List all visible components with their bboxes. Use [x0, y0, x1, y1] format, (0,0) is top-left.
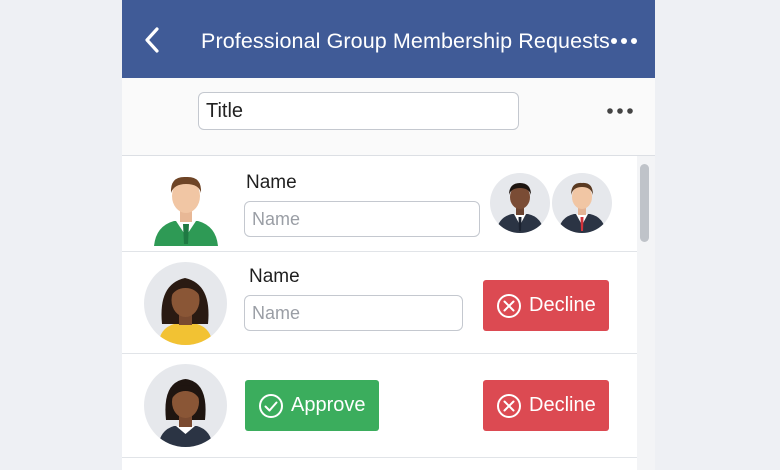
user-avatar-icon: [496, 183, 544, 233]
requester-name-field[interactable]: [244, 295, 463, 331]
close-circle-icon: [497, 393, 521, 418]
requester-name-field[interactable]: [244, 201, 480, 237]
back-button[interactable]: [140, 24, 168, 56]
requester-avatar: [144, 364, 227, 447]
requester-name-label: Name: [249, 266, 300, 287]
request-row: Approve Decline: [122, 354, 637, 458]
toolbar-more-button[interactable]: [606, 101, 634, 121]
requester-avatar: [150, 166, 222, 246]
app-header: Professional Group Membership Requests: [122, 0, 655, 78]
app-window: Professional Group Membership Requests T…: [122, 0, 655, 470]
scrollbar-thumb[interactable]: [640, 164, 649, 242]
more-horizontal-icon: [607, 108, 633, 114]
approve-button[interactable]: Approve: [245, 380, 379, 431]
requester-avatar: [144, 262, 227, 345]
decline-button-label: Decline: [529, 294, 596, 316]
more-horizontal-icon: [611, 38, 637, 44]
filter-toolbar: [122, 78, 655, 156]
requester-name-label: Name: [246, 172, 297, 193]
decline-button-label: Decline: [529, 394, 596, 416]
page-title: Professional Group Membership Requests: [201, 29, 610, 53]
user-avatar-icon: [154, 176, 218, 246]
user-avatar-icon: [158, 379, 213, 447]
header-more-button[interactable]: [610, 30, 638, 52]
chevron-left-icon: [145, 27, 159, 53]
decline-button[interactable]: Decline: [483, 380, 609, 431]
request-list: Name Name Name Name Decline Approve Decl…: [122, 156, 655, 470]
mutual-member-avatar: [490, 173, 550, 233]
mutual-member-avatar: [552, 173, 612, 233]
close-circle-icon: [497, 293, 521, 318]
check-circle-icon: [259, 393, 283, 418]
title-input[interactable]: [198, 92, 519, 130]
request-row: Name: [122, 156, 637, 252]
request-row: Name Decline: [122, 252, 637, 354]
user-avatar-icon: [558, 182, 606, 233]
decline-button[interactable]: Decline: [483, 280, 609, 331]
approve-button-label: Approve: [291, 394, 366, 416]
user-avatar-icon: [158, 278, 213, 345]
